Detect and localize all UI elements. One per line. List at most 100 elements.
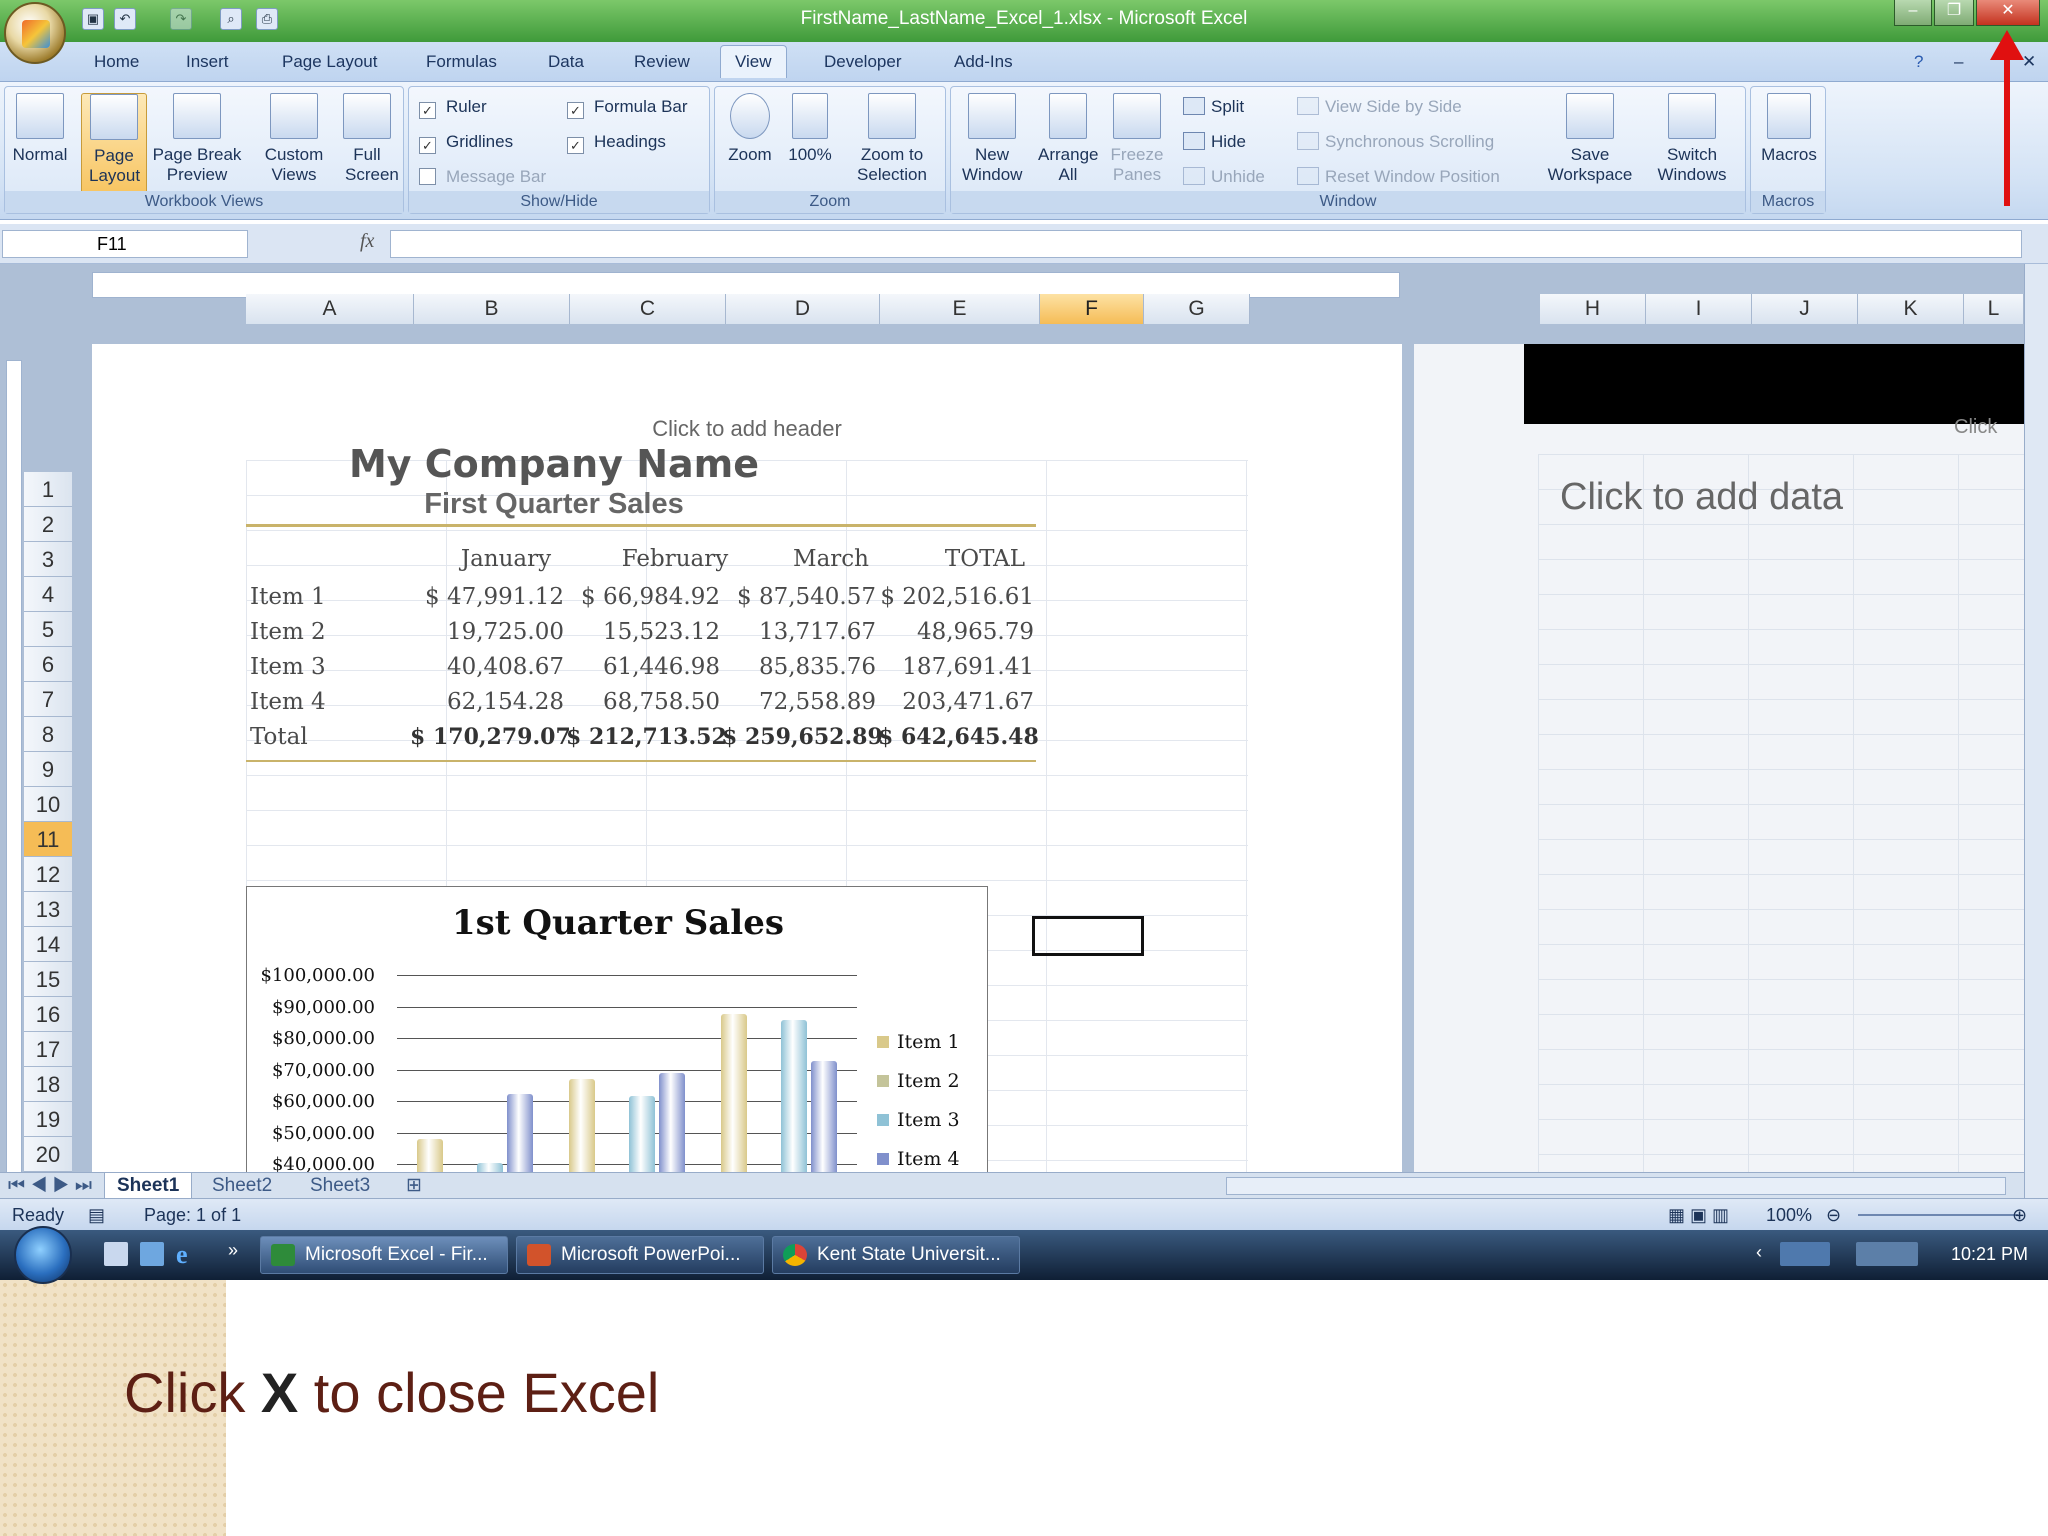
tab-add-ins[interactable]: Add-Ins — [954, 52, 1013, 72]
item-name-cell[interactable]: Item 3 — [250, 654, 326, 680]
total-label-cell[interactable]: Total — [250, 724, 308, 750]
name-box[interactable]: F11 — [2, 230, 248, 258]
row-header[interactable]: 12 — [24, 857, 72, 892]
item-name-cell[interactable]: Item 4 — [250, 689, 326, 715]
tab-review[interactable]: Review — [634, 52, 690, 72]
sheet-tab-sheet2[interactable]: Sheet2 — [212, 1173, 272, 1199]
header-placeholder-right[interactable]: Click — [1954, 416, 1997, 439]
zoom-level[interactable]: 100% — [1766, 1205, 1812, 1226]
row-header[interactable]: 16 — [24, 997, 72, 1032]
legend-item[interactable]: Item 2 — [877, 1070, 960, 1092]
minimize-button[interactable]: – — [1894, 0, 1932, 26]
insert-function-button[interactable]: fx — [360, 230, 374, 253]
bar-item-4-february[interactable] — [659, 1073, 685, 1185]
total-cell[interactable]: $ 642,645.48 — [878, 724, 1039, 750]
column-header[interactable]: L — [1964, 294, 2024, 324]
column-header[interactable]: A — [246, 294, 414, 324]
row-header[interactable]: 8 — [24, 717, 72, 752]
network-icon[interactable] — [1780, 1242, 1830, 1266]
headings-checkbox[interactable]: ✓ Headings — [567, 132, 666, 154]
column-header[interactable]: F — [1040, 294, 1144, 324]
insert-sheet-icon[interactable]: ⊞ — [406, 1173, 422, 1199]
custom-views-button[interactable]: Custom Views — [259, 93, 329, 185]
horizontal-scrollbar[interactable] — [1226, 1177, 2006, 1195]
value-cell[interactable]: 15,523.12 — [570, 619, 720, 645]
chart[interactable]: 1st Quarter Sales $100,000.00 $90,000.00 $… — [246, 886, 988, 1186]
legend-item[interactable]: Item 1 — [877, 1031, 960, 1053]
row-header[interactable]: 11 — [24, 822, 72, 857]
bar-item-3-march[interactable] — [781, 1019, 807, 1185]
sheet-tab-sheet1[interactable]: Sheet1 — [104, 1173, 193, 1199]
value-cell[interactable]: $ 47,991.12 — [414, 584, 564, 610]
taskbar-excel[interactable]: Microsoft Excel - Fir... — [260, 1236, 508, 1274]
row-header[interactable]: 15 — [24, 962, 72, 997]
row-header[interactable]: 19 — [24, 1102, 72, 1137]
taskbar-powerpoint[interactable]: Microsoft PowerPoi... — [516, 1236, 764, 1274]
row-header[interactable]: 10 — [24, 787, 72, 822]
ribbon-minimize-icon[interactable]: – — [1954, 52, 1963, 72]
column-header[interactable]: J — [1752, 294, 1858, 324]
row-header[interactable]: 20 — [24, 1137, 72, 1172]
view-buttons-icon[interactable]: ▦ ▣ ▥ — [1668, 1205, 1729, 1226]
row-header[interactable]: 5 — [24, 612, 72, 647]
tab-developer[interactable]: Developer — [824, 52, 902, 72]
vertical-ruler[interactable] — [6, 360, 22, 1180]
vertical-scrollbar[interactable] — [2024, 264, 2048, 1198]
add-data-placeholder[interactable]: Click to add data — [1560, 476, 1843, 519]
macro-record-icon[interactable]: ▤ — [88, 1205, 105, 1226]
reset-window-position-button[interactable]: Reset Window Position — [1297, 167, 1500, 187]
value-cell[interactable]: 61,446.98 — [570, 654, 720, 680]
value-cell[interactable]: 203,471.67 — [878, 689, 1034, 715]
bar-item-1-february[interactable] — [569, 1078, 595, 1185]
tab-page-layout[interactable]: Page Layout — [282, 52, 377, 72]
zoom-out-icon[interactable]: ⊖ — [1826, 1205, 1841, 1226]
clock[interactable]: 10:21 PM — [1951, 1244, 2028, 1265]
view-side-by-side-button[interactable]: View Side by Side — [1297, 97, 1462, 117]
help-icon[interactable]: ? — [1914, 52, 1923, 72]
row-header[interactable]: 13 — [24, 892, 72, 927]
message-bar-checkbox[interactable]: Message Bar — [419, 167, 546, 187]
page-layout-view-button[interactable]: Page Layout — [81, 93, 147, 199]
bar-item-4-march[interactable] — [811, 1061, 837, 1185]
row-header[interactable]: 6 — [24, 647, 72, 682]
cell-grid-right[interactable] — [1538, 454, 2024, 1174]
freeze-panes-button[interactable]: Freeze Panes — [1107, 93, 1167, 185]
tab-scroll-arrows-icon[interactable]: ⏮ ◀ ▶ ⏭ — [8, 1173, 92, 1199]
show-desktop-icon[interactable] — [104, 1242, 128, 1266]
tray-expand-icon[interactable]: ‹ — [1756, 1242, 1762, 1263]
macros-button[interactable]: Macros — [1757, 93, 1821, 165]
restore-button[interactable]: ❐ — [1934, 0, 1974, 26]
value-cell[interactable]: 62,154.28 — [414, 689, 564, 715]
value-cell[interactable]: 68,758.50 — [570, 689, 720, 715]
save-workspace-button[interactable]: Save Workspace — [1543, 93, 1637, 185]
row-header[interactable]: 3 — [24, 542, 72, 577]
tab-insert[interactable]: Insert — [186, 52, 229, 72]
value-cell[interactable]: $ 66,984.92 — [570, 584, 720, 610]
value-cell[interactable]: 72,558.89 — [726, 689, 876, 715]
sheet-tab-sheet3[interactable]: Sheet3 — [310, 1173, 370, 1199]
formula-input[interactable] — [390, 230, 2022, 258]
header-cell[interactable]: February — [600, 546, 750, 572]
zoom-slider[interactable] — [1858, 1214, 2018, 1216]
value-cell[interactable]: 19,725.00 — [414, 619, 564, 645]
total-cell[interactable]: $ 170,279.07 — [410, 724, 571, 750]
full-screen-button[interactable]: Full Screen — [335, 93, 399, 185]
tab-data[interactable]: Data — [548, 52, 584, 72]
tab-formulas[interactable]: Formulas — [426, 52, 497, 72]
item-name-cell[interactable]: Item 1 — [250, 584, 326, 610]
column-header[interactable]: D — [726, 294, 880, 324]
switch-windows-button[interactable]: Switch Windows — [1645, 93, 1739, 185]
total-cell[interactable]: $ 212,713.52 — [566, 724, 727, 750]
value-cell[interactable]: $ 202,516.61 — [878, 584, 1034, 610]
new-window-button[interactable]: New Window — [959, 93, 1025, 185]
normal-view-button[interactable]: Normal — [11, 93, 69, 165]
header-cell[interactable]: January — [446, 546, 566, 572]
company-name-cell[interactable]: My Company Name — [246, 442, 862, 486]
bar-item-1-march[interactable] — [721, 1014, 747, 1185]
page-break-preview-button[interactable]: Page Break Preview — [149, 93, 245, 185]
row-header[interactable]: 9 — [24, 752, 72, 787]
column-header[interactable]: E — [880, 294, 1040, 324]
start-button[interactable] — [14, 1226, 72, 1284]
row-header[interactable]: 7 — [24, 682, 72, 717]
active-cell-f11[interactable] — [1032, 916, 1144, 956]
